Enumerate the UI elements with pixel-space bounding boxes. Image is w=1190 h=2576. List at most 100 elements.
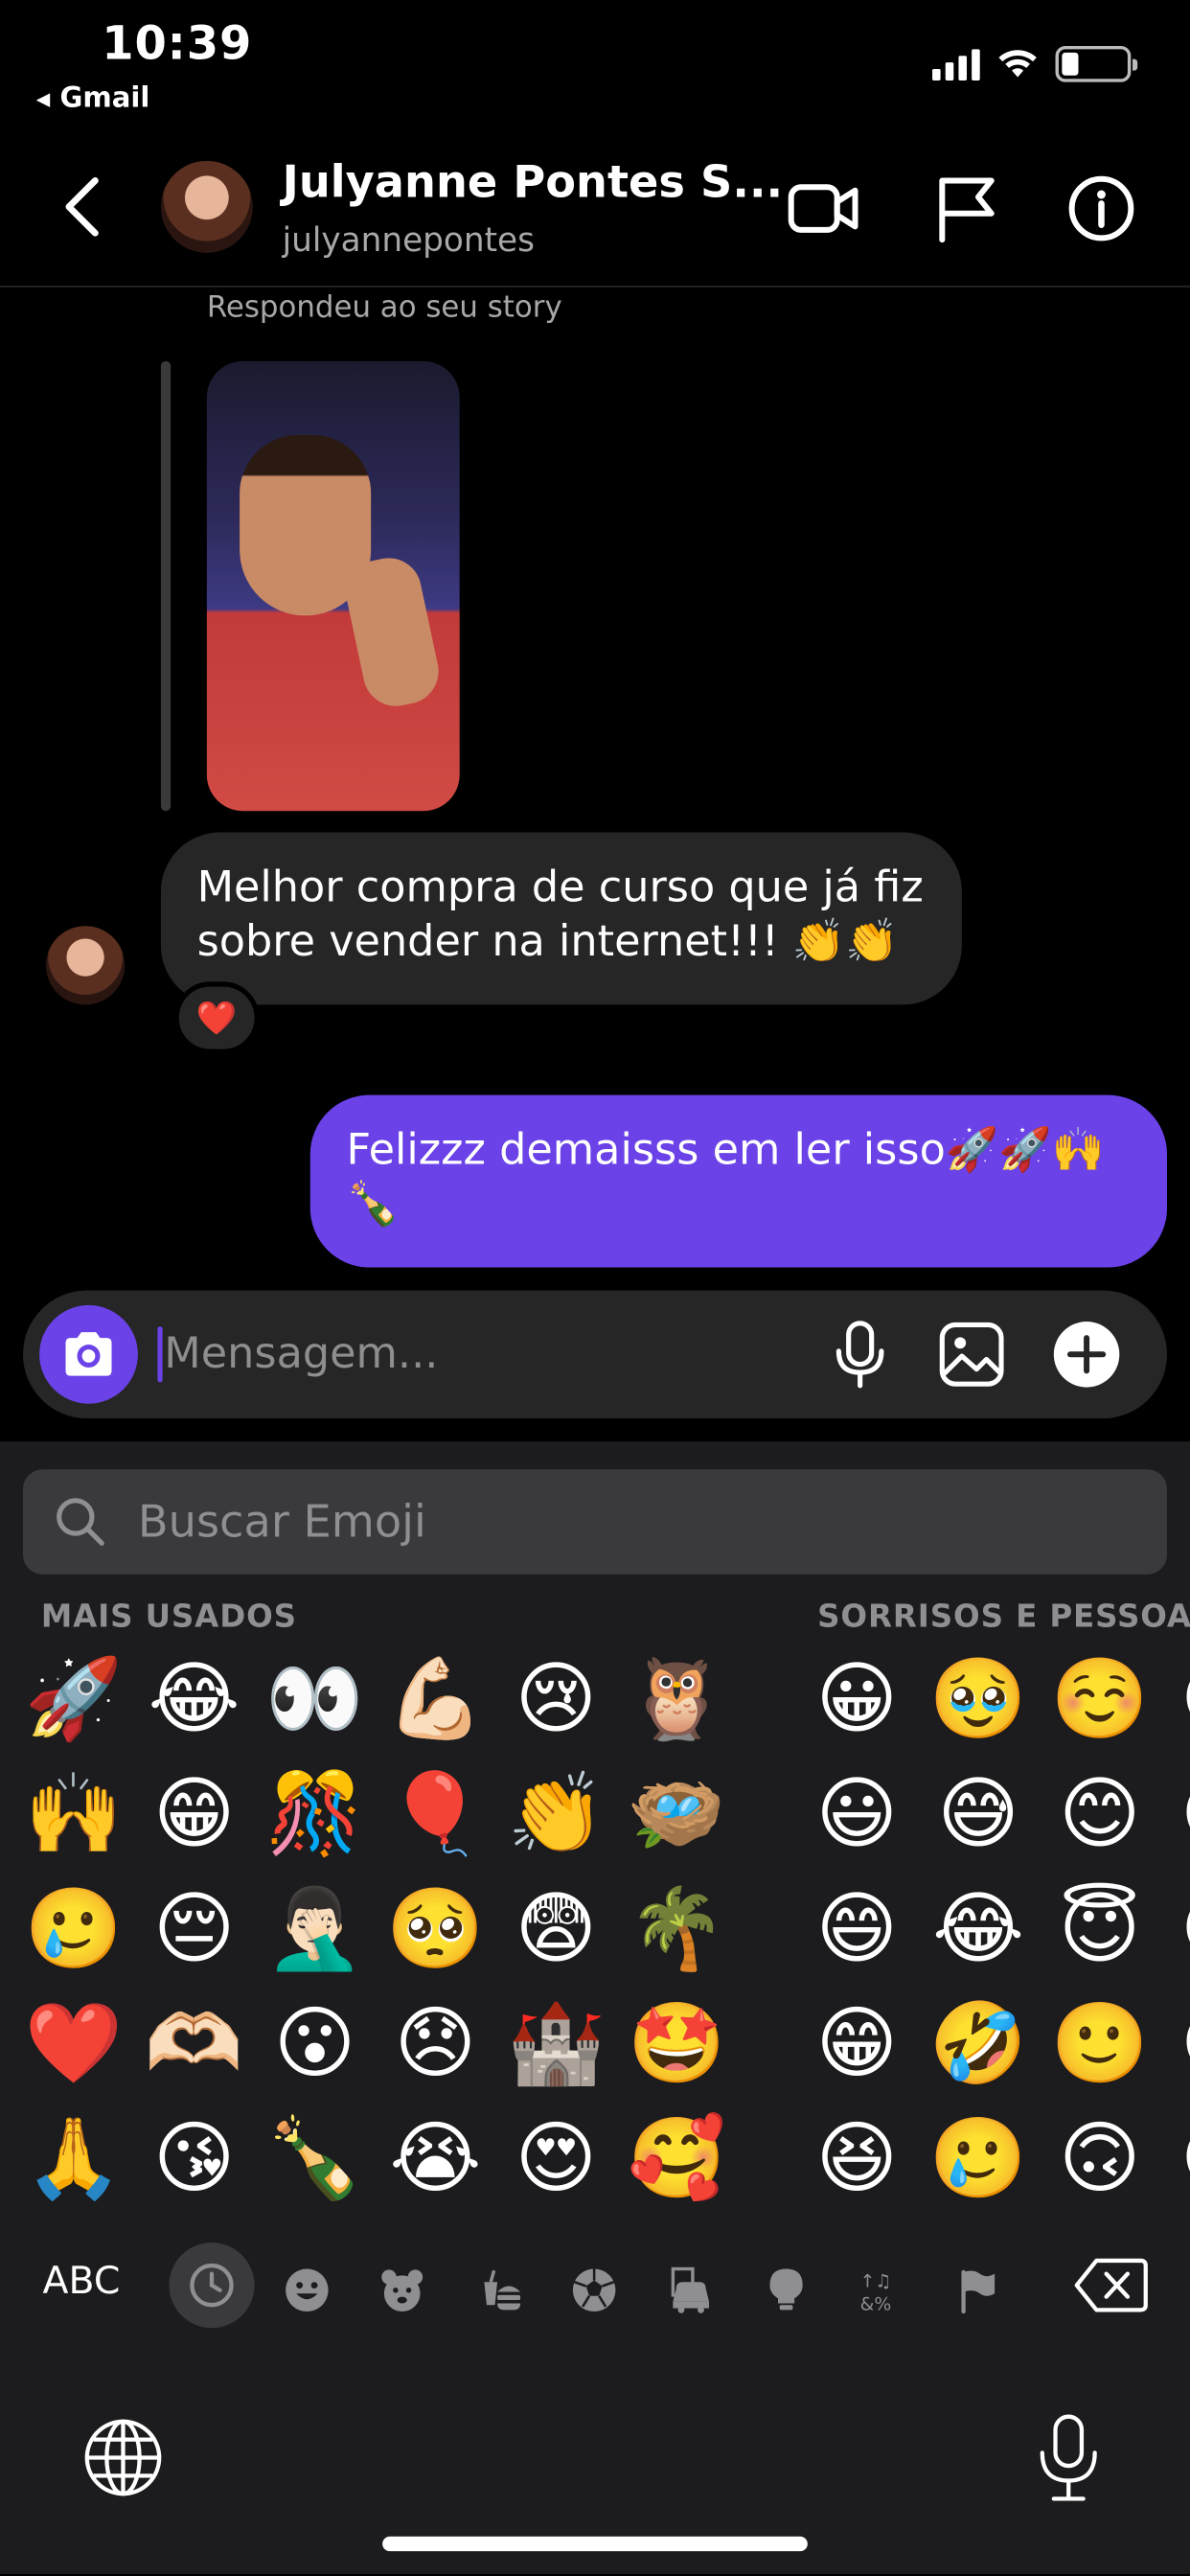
- emoji-key[interactable]: 🥺: [375, 1872, 495, 1987]
- animals-category-icon[interactable]: [361, 2249, 444, 2332]
- recent-category-icon[interactable]: [169, 2242, 255, 2329]
- emoji-key[interactable]: 😉: [1160, 1757, 1190, 1872]
- emoji-key[interactable]: 🎈: [375, 1757, 495, 1872]
- header-divider: [0, 286, 1190, 288]
- emoji-key[interactable]: 🥹: [918, 1642, 1040, 1757]
- emoji-key[interactable]: 😃: [796, 1757, 918, 1872]
- emoji-key[interactable]: 😊: [1039, 1757, 1160, 1872]
- travel-category-icon[interactable]: [650, 2249, 732, 2332]
- search-icon: [57, 1498, 104, 1546]
- emoji-key[interactable]: 🦉: [616, 1642, 737, 1757]
- camera-icon: [65, 1332, 112, 1376]
- emoji-key[interactable]: 😍: [1160, 1872, 1190, 1987]
- emoji-key[interactable]: 😂: [134, 1642, 255, 1757]
- flags-category-icon[interactable]: [937, 2249, 1019, 2332]
- svg-text:&%: &%: [860, 2294, 892, 2314]
- backspace-icon[interactable]: [1073, 2256, 1149, 2315]
- emoji-key[interactable]: 😭: [375, 2102, 495, 2217]
- flag-icon[interactable]: [929, 171, 1005, 246]
- message-input[interactable]: [164, 1320, 789, 1390]
- emoji-key[interactable]: 🪺: [616, 1757, 737, 1872]
- emoji-key[interactable]: 😞: [375, 1987, 495, 2102]
- battery-icon: [1055, 45, 1138, 82]
- globe-icon[interactable]: [82, 2417, 165, 2499]
- objects-category-icon[interactable]: [745, 2249, 828, 2332]
- emoji-key[interactable]: 🥰: [616, 2102, 737, 2217]
- contact-username[interactable]: julyannepontes: [283, 220, 535, 260]
- status-icons: [932, 45, 1138, 82]
- emoji-key[interactable]: 🙌: [13, 1757, 134, 1872]
- symbols-category-icon[interactable]: ↑♫ &%: [840, 2249, 923, 2332]
- sender-avatar[interactable]: [45, 926, 126, 1005]
- emoji-search-input[interactable]: [137, 1485, 1123, 1558]
- emoji-key[interactable]: 😀: [796, 1642, 918, 1757]
- chevron-left-icon[interactable]: [49, 171, 115, 242]
- emoji-key[interactable]: 😁: [134, 1757, 255, 1872]
- emoji-key[interactable]: 🥲: [918, 2102, 1040, 2217]
- emoji-key[interactable]: 😍: [495, 2102, 616, 2217]
- emoji-key[interactable]: 😊: [1160, 1642, 1190, 1757]
- contact-avatar[interactable]: [160, 160, 253, 253]
- emoji-grid-most-used: 🚀 😂 👀 💪🏻 😢 🦉 🙌 😁 🎊 🎈 👏 🪺 🥲 😔 🤦🏻‍♂️ 🥺 😨 🌴 ❤️ 🫶🏻 😮 😞 🏰 🤩 🙏 😘 🍾 😭 😍 🥰: [13, 1642, 737, 2217]
- emoji-key[interactable]: 👀: [255, 1642, 376, 1757]
- emoji-key[interactable]: 🚀: [13, 1642, 134, 1757]
- story-hand: [339, 551, 445, 713]
- emoji-key[interactable]: ❤️: [13, 1987, 134, 2102]
- status-time: 10:39: [102, 16, 253, 71]
- camera-button[interactable]: [39, 1304, 138, 1404]
- emoji-key[interactable]: 🍾: [255, 2102, 376, 2217]
- emoji-key[interactable]: 👏: [495, 1757, 616, 1872]
- received-message-bubble[interactable]: Melhor compra de curso que já fiz sobre …: [160, 832, 962, 1005]
- emoji-key[interactable]: ☺️: [1039, 1642, 1160, 1757]
- emoji-key[interactable]: 😅: [918, 1757, 1040, 1872]
- emoji-key[interactable]: 🤩: [616, 1987, 737, 2102]
- smileys-category-icon[interactable]: [266, 2249, 349, 2332]
- emoji-key[interactable]: 😆: [796, 2102, 918, 2217]
- emoji-key[interactable]: 🙃: [1039, 2102, 1160, 2217]
- activity-category-icon[interactable]: [553, 2249, 635, 2332]
- sent-message-bubble[interactable]: Felizzz demaisss em ler isso🚀🚀🙌🍾: [309, 1094, 1168, 1268]
- emoji-key[interactable]: 🤦🏻‍♂️: [255, 1872, 376, 1987]
- microphone-icon[interactable]: [824, 1319, 896, 1391]
- emoji-key[interactable]: 🙏: [13, 2102, 134, 2217]
- contact-name[interactable]: Julyanne Pontes S...: [283, 157, 783, 208]
- emoji-key[interactable]: 🫶🏻: [134, 1987, 255, 2102]
- emoji-key[interactable]: 😂: [918, 1872, 1040, 1987]
- emoji-key[interactable]: 💪🏻: [375, 1642, 495, 1757]
- story-reply-label: Respondeu ao seu story: [206, 290, 562, 326]
- heart-reaction[interactable]: ❤️: [173, 981, 260, 1054]
- dictation-microphone-icon[interactable]: [1038, 2413, 1100, 2502]
- emoji-key[interactable]: 😗: [1160, 2102, 1190, 2217]
- emoji-key[interactable]: 😁: [796, 1987, 918, 2102]
- plus-circle-icon[interactable]: [1050, 1319, 1122, 1391]
- emoji-key[interactable]: 🏰: [495, 1987, 616, 2102]
- info-icon[interactable]: [1064, 171, 1139, 246]
- emoji-key[interactable]: 🌴: [616, 1872, 737, 1987]
- video-call-icon[interactable]: [785, 171, 860, 246]
- emoji-key[interactable]: 😄: [796, 1872, 918, 1987]
- emoji-key[interactable]: 😮: [255, 1987, 376, 2102]
- abc-button[interactable]: ABC: [43, 2261, 121, 2304]
- emoji-key[interactable]: 🎊: [255, 1757, 376, 1872]
- wifi-icon: [998, 50, 1037, 78]
- emoji-grid-smileys: 😀🥹☺️😊😃😅😊😉😄😂😇😍😁🤣🙂😘😆🥲🙃😗: [796, 1642, 1190, 2217]
- emoji-key[interactable]: 🙂: [1039, 1987, 1160, 2102]
- story-thumbnail[interactable]: [206, 360, 460, 812]
- emoji-key[interactable]: 🥲: [13, 1872, 134, 1987]
- emoji-key[interactable]: 😢: [495, 1642, 616, 1757]
- story-reply-bar: [160, 360, 172, 812]
- svg-text:↑♫: ↑♫: [860, 2271, 892, 2291]
- emoji-key[interactable]: 😘: [134, 2102, 255, 2217]
- emoji-key[interactable]: 😔: [134, 1872, 255, 1987]
- section-title-most-used: MAIS USADOS: [40, 1598, 297, 1636]
- emoji-key[interactable]: 😇: [1039, 1872, 1160, 1987]
- gallery-icon[interactable]: [935, 1319, 1007, 1391]
- home-indicator[interactable]: [382, 2536, 808, 2552]
- back-triangle-icon: ◀: [35, 87, 51, 109]
- emoji-key[interactable]: 😘: [1160, 1987, 1190, 2102]
- food-category-icon[interactable]: [458, 2249, 540, 2332]
- back-to-app-link[interactable]: ◀ Gmail: [36, 82, 150, 115]
- cellular-signal-icon: [932, 48, 980, 80]
- emoji-key[interactable]: 😨: [495, 1872, 616, 1987]
- emoji-key[interactable]: 🤣: [918, 1987, 1040, 2102]
